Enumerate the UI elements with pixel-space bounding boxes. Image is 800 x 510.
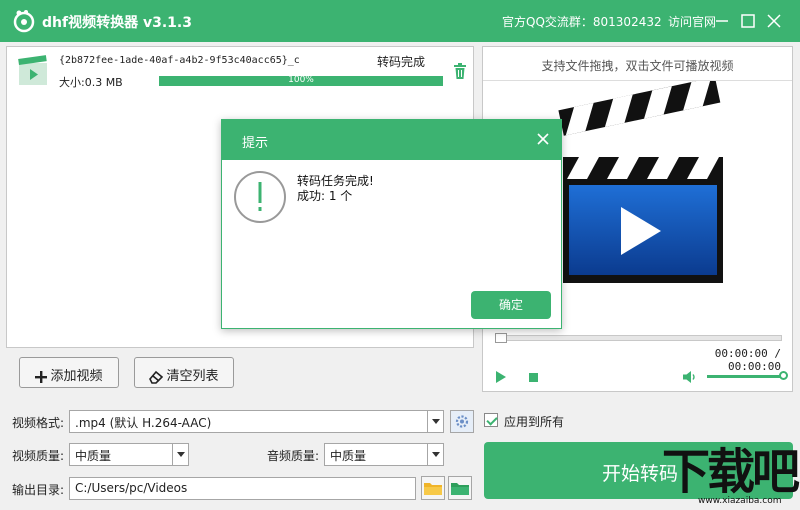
- minimize-icon[interactable]: [712, 11, 732, 31]
- watermark-logo: 下载吧 www.xiazaiba.com: [662, 446, 800, 510]
- dialog-message-line2: 成功: 1 个: [297, 189, 353, 203]
- progress-label: 100%: [288, 75, 314, 85]
- video-quality-label: 视频质量:: [12, 449, 65, 463]
- progress-bar: 100%: [159, 75, 443, 86]
- chevron-down-icon: [427, 444, 443, 465]
- audio-quality-select[interactable]: 中质量: [324, 443, 444, 466]
- dialog-header: 提示: [222, 120, 561, 160]
- eraser-icon: [149, 370, 164, 384]
- watermark-text: 下载吧: [662, 444, 800, 500]
- audio-quality-value: 中质量: [330, 449, 367, 463]
- seek-bar[interactable]: [495, 333, 782, 343]
- stop-icon[interactable]: [529, 373, 538, 382]
- seek-handle[interactable]: [495, 333, 507, 343]
- folder-icon: [424, 483, 442, 495]
- app-title: dhf视频转换器 v3.1.3: [42, 15, 192, 31]
- close-icon[interactable]: [764, 11, 784, 31]
- file-status: 转码完成: [377, 55, 426, 69]
- watermark-url: www.xiazaiba.com: [698, 496, 782, 506]
- chevron-down-icon: [172, 444, 188, 465]
- chevron-down-icon: [427, 411, 443, 432]
- info-icon: [234, 171, 286, 223]
- completion-dialog: 提示 转码任务完成! 成功: 1 个 确定: [221, 119, 562, 329]
- volume-icon[interactable]: [683, 370, 697, 384]
- trash-icon[interactable]: [453, 63, 467, 79]
- volume-handle[interactable]: [779, 371, 788, 380]
- output-directory-field[interactable]: C:/Users/pc/Videos: [69, 477, 416, 500]
- open-folder-button[interactable]: [421, 476, 445, 500]
- video-quality-select[interactable]: 中质量: [69, 443, 189, 466]
- apply-all-checkbox[interactable]: [484, 413, 498, 427]
- folder-icon: [451, 483, 469, 495]
- app-logo-icon: [13, 10, 35, 33]
- ok-button[interactable]: 确定: [471, 291, 551, 319]
- apply-all-label: 应用到所有: [504, 415, 565, 429]
- add-video-label: 添加视频: [50, 369, 103, 384]
- format-settings-button[interactable]: [450, 410, 474, 433]
- volume-slider[interactable]: [707, 375, 781, 378]
- format-label: 视频格式:: [12, 416, 65, 430]
- video-file-icon: [18, 55, 47, 85]
- clear-list-label: 清空列表: [166, 369, 219, 384]
- file-name: {2b872fee-1ade-40af-a4b2-9f53c40acc65}_c: [59, 55, 300, 66]
- play-icon[interactable]: [495, 371, 507, 383]
- clear-list-button[interactable]: 清空列表: [134, 357, 234, 388]
- title-bar: dhf视频转换器 v3.1.3 官方QQ交流群：801302432 访问官网: [0, 0, 800, 42]
- qq-group-text: 官方QQ交流群：801302432: [502, 15, 662, 29]
- browse-folder-button[interactable]: [448, 476, 472, 500]
- file-size: 大小:0.3 MB: [59, 76, 123, 89]
- plus-icon: [35, 370, 48, 383]
- output-directory-value: C:/Users/pc/Videos: [75, 481, 188, 495]
- file-row[interactable]: {2b872fee-1ade-40af-a4b2-9f53c40acc65}_c…: [7, 47, 473, 97]
- add-video-button[interactable]: 添加视频: [19, 357, 119, 388]
- audio-quality-label: 音频质量:: [267, 449, 320, 463]
- dialog-title: 提示: [242, 136, 269, 151]
- video-quality-value: 中质量: [75, 449, 112, 463]
- format-value: .mp4 (默认 H.264-AAC): [75, 416, 212, 430]
- gear-icon: [455, 415, 469, 428]
- output-label: 输出目录:: [12, 483, 65, 497]
- visit-site-link[interactable]: 访问官网: [668, 13, 716, 30]
- format-select[interactable]: .mp4 (默认 H.264-AAC): [69, 410, 444, 433]
- preview-hint: 支持文件拖拽，双击文件可播放视频: [541, 59, 734, 73]
- close-icon[interactable]: [536, 132, 550, 146]
- maximize-icon[interactable]: [738, 11, 758, 31]
